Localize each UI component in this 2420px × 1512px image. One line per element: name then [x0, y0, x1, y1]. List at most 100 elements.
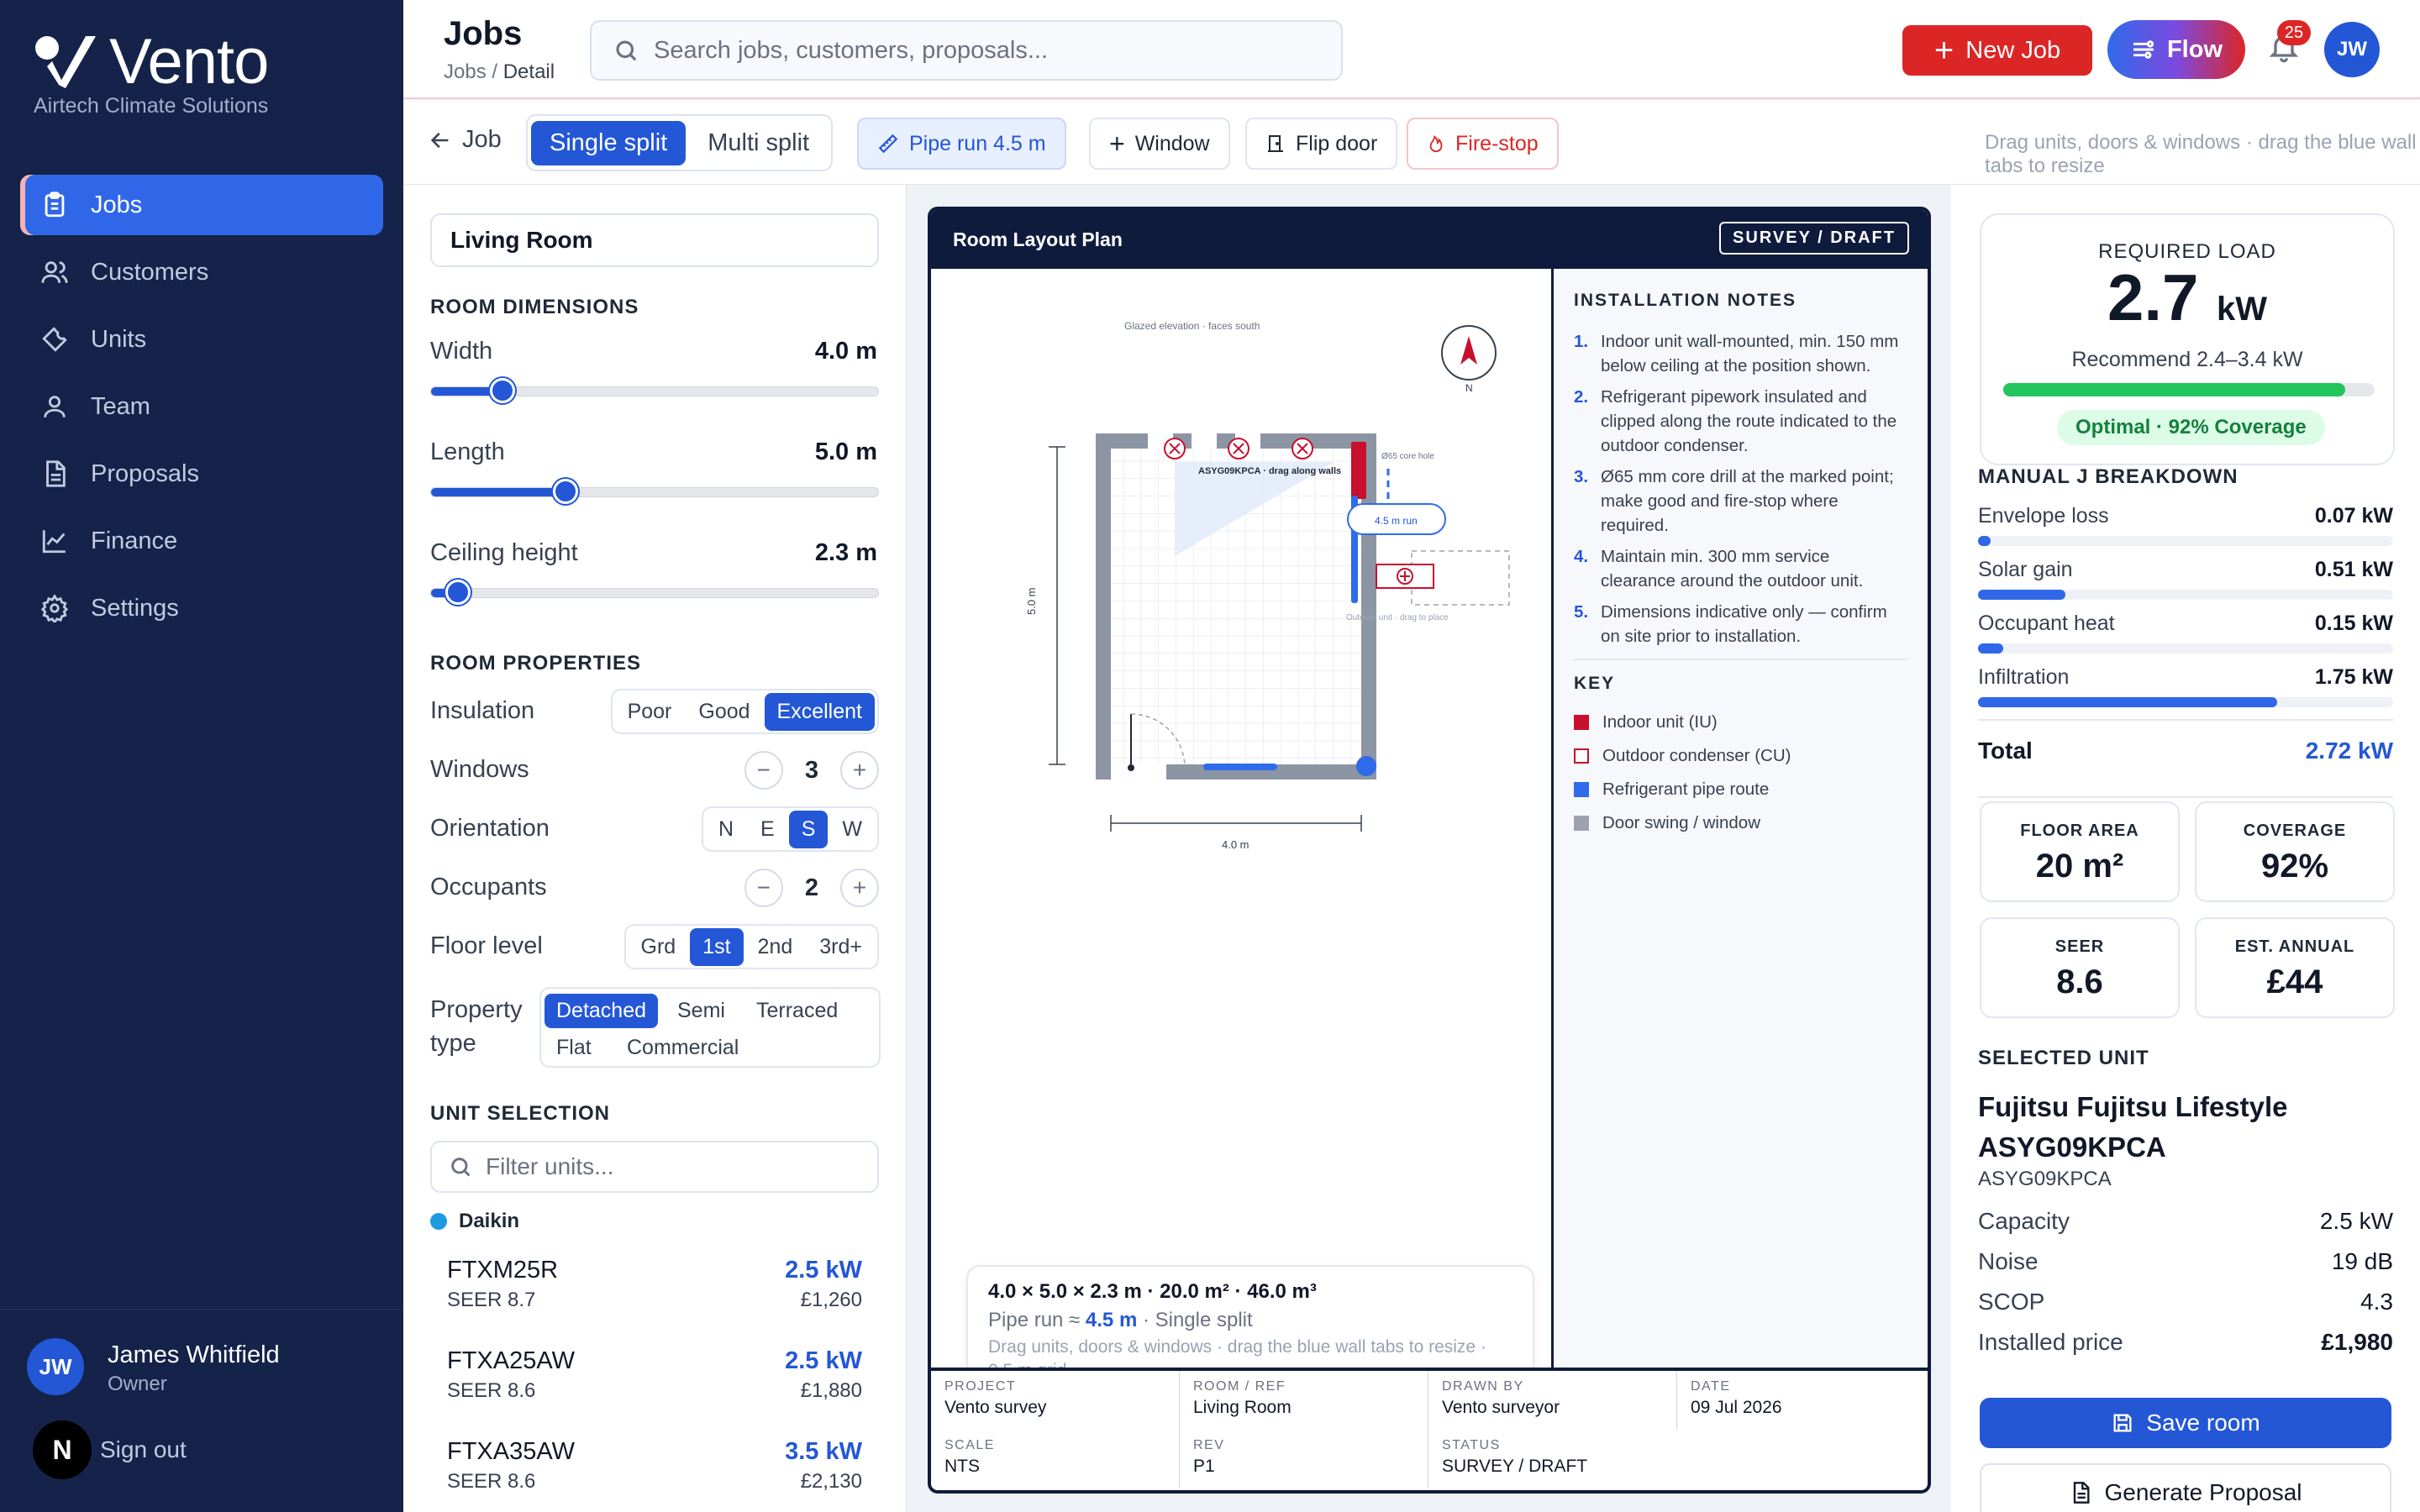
orientation-option[interactable]: S [788, 810, 829, 848]
generate-proposal-button[interactable]: Generate Proposal [1980, 1463, 2391, 1512]
document-icon [2074, 1482, 2090, 1504]
window-marker-icon[interactable] [1164, 438, 1186, 459]
key-item: Door swing / window [1574, 813, 1907, 833]
outdoor-unit[interactable] [1376, 564, 1434, 589]
sidebar-item-customers[interactable]: Customers [20, 242, 383, 302]
title-block-value: NTS [944, 1457, 980, 1476]
flip-door-button[interactable]: Flip door [1245, 118, 1398, 170]
property-option[interactable]: Commercial [615, 1031, 750, 1065]
insulation-option[interactable]: Good [686, 693, 762, 731]
property-option[interactable]: Terraced [744, 994, 850, 1028]
back-button[interactable]: Job [429, 126, 502, 154]
insulation-option[interactable]: Excellent [764, 692, 875, 731]
orientation-option[interactable]: W [829, 811, 875, 848]
clipboard-icon [45, 192, 65, 218]
breakdown-value: 0.07 kW [2314, 504, 2393, 528]
page-title: Jobs [444, 15, 523, 52]
user-name: James Whitfield [108, 1341, 280, 1368]
title-block-key: STATUS [1442, 1438, 1501, 1452]
new-job-button[interactable]: + New Job [1902, 25, 2092, 76]
notification-badge: 25 [2277, 20, 2311, 45]
property-option[interactable]: Semi [666, 994, 737, 1028]
unit-seer: SEER 8.6 [447, 1379, 536, 1402]
pipe-run-button[interactable]: Pipe run 4.5 m [857, 118, 1066, 170]
room-name-input[interactable]: Living Room [430, 213, 879, 267]
corner-resize-handle[interactable] [1356, 756, 1376, 776]
plan-canvas[interactable]: Glazed elevation · faces south N ASYG09K… [931, 269, 1551, 1396]
sidebar-item-settings[interactable]: Settings [20, 578, 383, 638]
length-slider[interactable] [430, 479, 879, 504]
sidebar-item-label: Customers [91, 258, 209, 286]
sign-out-button[interactable]: N Sign out [33, 1420, 187, 1479]
sidebar-item-label: Proposals [91, 459, 199, 487]
title-block-key: DATE [1691, 1379, 1731, 1394]
stat-card: COVERAGE 92% [2195, 801, 2395, 902]
avatar[interactable]: JW [2324, 22, 2380, 77]
unit-capacity: 3.5 kW [785, 1438, 862, 1465]
plan-area: Room Layout Plan SURVEY / DRAFT Glazed e… [909, 185, 1949, 1512]
floor-label: Floor level [430, 932, 543, 959]
floor-option[interactable]: Grd [629, 928, 689, 966]
windows-value: 3 [804, 756, 818, 784]
key-label: Refrigerant pipe route [1602, 780, 1770, 799]
property-option[interactable]: Flat [544, 1031, 603, 1065]
required-load-card: REQUIRED LOAD 2.7 kW Recommend 2.4–3.4 k… [1980, 213, 2395, 465]
sidebar-user: JW James Whitfield Owner N Sign out [0, 1309, 403, 1512]
sidebar-item-team[interactable]: Team [20, 376, 383, 437]
document-icon [46, 460, 66, 487]
ceiling-slider[interactable] [430, 580, 879, 605]
title-block-cell: STATUS SURVEY / DRAFT [1428, 1430, 1677, 1488]
width-slider[interactable] [430, 378, 879, 403]
spec-value: £1,980 [2321, 1329, 2393, 1355]
property-option[interactable]: Detached [544, 994, 659, 1028]
flow-button[interactable]: Flow [2107, 20, 2245, 79]
plus-icon: + [1933, 32, 1954, 69]
indoor-unit[interactable] [1351, 442, 1366, 499]
orientation-option[interactable]: N [706, 811, 746, 848]
sidebar-item-proposals[interactable]: Proposals [20, 444, 383, 504]
slider-handle[interactable] [552, 479, 578, 504]
floor-option[interactable]: 3rd+ [807, 928, 875, 966]
note-text: Ø65 mm core drill at the marked point; m… [1601, 467, 1894, 535]
insulation-option[interactable]: Poor [615, 693, 685, 731]
sidebar-item-jobs[interactable]: Jobs [20, 175, 383, 235]
slider-handle[interactable] [445, 580, 471, 605]
filter-units-input[interactable]: Filter units... [430, 1141, 879, 1193]
sidebar-item-finance[interactable]: Finance [20, 511, 383, 571]
breadcrumb-root[interactable]: Jobs [444, 60, 487, 83]
decrement-button[interactable]: − [744, 869, 783, 907]
window-marker-icon[interactable] [1292, 438, 1313, 459]
orientation-option[interactable]: E [748, 811, 787, 848]
unit-model: FTXA35AW [447, 1438, 576, 1465]
avatar[interactable]: JW [27, 1338, 84, 1395]
floor-option[interactable]: 2nd [745, 928, 806, 966]
brand-logo[interactable]: Vento [34, 25, 269, 98]
notes-list: 1. Indoor unit wall-mounted, min. 150 mm … [1574, 329, 1907, 648]
list-item: 2. Refrigerant pipework insulated and cli… [1574, 385, 1907, 458]
load-value: 2.7 [2107, 260, 2199, 334]
room-panel: Living Room ROOM DIMENSIONS Width 4.0 m … [403, 185, 908, 1512]
slider-handle[interactable] [490, 378, 516, 403]
key-section: KEY Indoor unit (IU) Outdoor condenser (… [1574, 659, 1907, 833]
title-block-key: SCALE [944, 1438, 995, 1452]
key-item: Indoor unit (IU) [1574, 712, 1907, 732]
sidebar-item-label: Team [91, 392, 150, 420]
window-marker-icon[interactable] [1228, 438, 1249, 459]
sidebar-item-units[interactable]: Units [20, 309, 383, 370]
wall-resize-tab[interactable] [1203, 764, 1277, 770]
fire-stop-button[interactable]: Fire-stop [1407, 118, 1559, 170]
increment-button[interactable]: + [840, 869, 879, 907]
single-split-option[interactable]: Single split [531, 120, 687, 165]
notes-title: INSTALLATION NOTES [1574, 291, 1797, 310]
floor-option[interactable]: 1st [690, 927, 744, 966]
save-room-button[interactable]: Save room [1980, 1398, 2391, 1448]
breakdown-value: 0.51 kW [2314, 558, 2393, 581]
increment-button[interactable]: + [840, 751, 879, 790]
title-block-key: DRAWN BY [1442, 1379, 1524, 1394]
outdoor-unit-label: Outdoor unit · drag to place [1346, 613, 1449, 622]
multi-split-option[interactable]: Multi split [689, 121, 828, 165]
orientation-toggle: N E S W [701, 806, 879, 852]
add-window-button[interactable]: + Window [1089, 118, 1230, 170]
search-input[interactable]: Search jobs, customers, proposals... [590, 20, 1343, 81]
decrement-button[interactable]: − [744, 751, 783, 790]
